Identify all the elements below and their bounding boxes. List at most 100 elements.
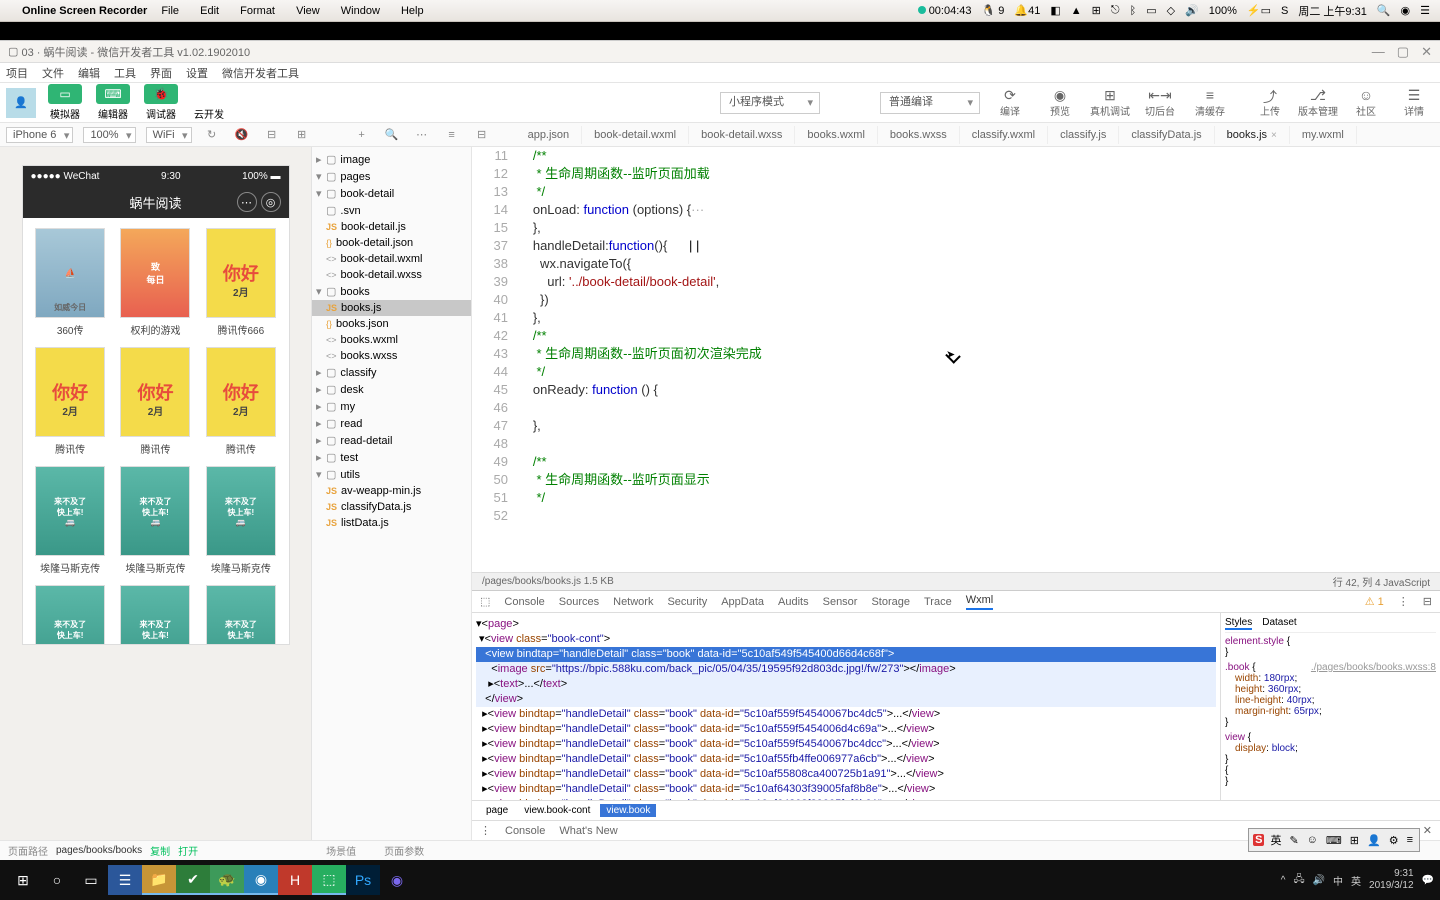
- book-item[interactable]: 腾讯传: [118, 347, 193, 456]
- dt-tab-sensor[interactable]: Sensor: [823, 596, 858, 608]
- taskbar-clock[interactable]: 9:312019/3/12: [1369, 868, 1414, 892]
- tray-network-icon[interactable]: 🖧: [1293, 872, 1304, 889]
- tree-node[interactable]: ▾▢book-detail: [312, 185, 471, 202]
- background-button[interactable]: ⇤⇥切后台: [1140, 87, 1180, 118]
- taskbar-app[interactable]: ◉: [380, 865, 414, 895]
- action-center-icon[interactable]: 💬: [1422, 875, 1434, 886]
- tray-lang-icon[interactable]: 英: [1351, 873, 1361, 888]
- tree-node[interactable]: ▢.svn: [312, 202, 471, 219]
- crumb-item[interactable]: view.book-cont: [518, 804, 596, 817]
- dt-dock-icon[interactable]: ⊟: [1423, 595, 1432, 608]
- tray-icon[interactable]: S: [1281, 5, 1288, 17]
- start-button[interactable]: ⊞: [6, 865, 40, 895]
- tray-icon[interactable]: ⎋: [1111, 4, 1120, 17]
- capsule-close-icon[interactable]: ◎: [261, 192, 281, 212]
- mode-select[interactable]: 小程序模式: [720, 92, 820, 114]
- simulator-toggle[interactable]: ▭模拟器: [44, 84, 86, 121]
- tree-node[interactable]: ▸▢image: [312, 151, 471, 168]
- styles-tab[interactable]: Styles: [1225, 617, 1252, 630]
- book-item[interactable]: 来不及了快上车!: [118, 585, 193, 645]
- file-tab-active[interactable]: books.js×: [1215, 126, 1290, 144]
- zoom-select[interactable]: 100%: [83, 127, 135, 143]
- tree-node[interactable]: JSbooks.js: [312, 300, 471, 316]
- file-tab[interactable]: books.wxss: [878, 126, 960, 144]
- file-tab[interactable]: books.wxml: [795, 126, 877, 144]
- menu-view[interactable]: View: [296, 5, 320, 17]
- taskbar-app[interactable]: ✔: [176, 865, 210, 895]
- wxml-tree[interactable]: ▾<page> ▾<view class="book-cont"> <view …: [472, 613, 1220, 800]
- tree-node[interactable]: ▸▢classify: [312, 364, 471, 381]
- battery-icon[interactable]: ▭: [1146, 4, 1156, 17]
- menu-edit[interactable]: Edit: [200, 5, 219, 17]
- book-item[interactable]: 来不及了快上车!: [33, 585, 108, 645]
- device-select[interactable]: iPhone 6: [6, 127, 73, 143]
- drawer-toggle-icon[interactable]: ⋮: [480, 824, 491, 837]
- details-button[interactable]: ☰详情: [1394, 87, 1434, 118]
- tool-icon[interactable]: ⊞: [292, 128, 312, 141]
- more-icon[interactable]: ⋯: [412, 128, 432, 141]
- rotate-icon[interactable]: ↻: [202, 128, 222, 141]
- add-tab-icon[interactable]: +: [352, 129, 372, 141]
- menu-window[interactable]: Window: [341, 5, 380, 17]
- inspect-icon[interactable]: ⬚: [480, 595, 490, 608]
- clear-cache-button[interactable]: ≡清缓存: [1190, 87, 1230, 118]
- dt-tab-audits[interactable]: Audits: [778, 596, 809, 608]
- dt-tab-console[interactable]: Console: [504, 596, 544, 608]
- taskbar-app[interactable]: Ps: [346, 865, 380, 895]
- control-center-icon[interactable]: ☰: [1420, 4, 1430, 17]
- minimize-button[interactable]: —: [1372, 44, 1385, 60]
- menu-settings[interactable]: 设置: [186, 65, 208, 81]
- tray-chevron-icon[interactable]: ^: [1281, 875, 1286, 886]
- wechat-tray-icon[interactable]: 🐧 9: [982, 4, 1005, 17]
- menu-file[interactable]: 文件: [42, 65, 64, 81]
- dt-tab-wxml[interactable]: Wxml: [966, 594, 994, 610]
- capsule-menu-icon[interactable]: ⋯: [237, 192, 257, 212]
- dt-tab-security[interactable]: Security: [667, 596, 707, 608]
- taskbar-app[interactable]: ☰: [108, 865, 142, 895]
- tray-icon[interactable]: ◧: [1050, 4, 1060, 17]
- book-item[interactable]: ⛵如威今日360传: [33, 228, 108, 337]
- version-button[interactable]: ⎇版本管理: [1298, 87, 1338, 118]
- menu-tools[interactable]: 工具: [114, 65, 136, 81]
- menu-wxdevtools[interactable]: 微信开发者工具: [222, 65, 299, 81]
- dataset-tab[interactable]: Dataset: [1262, 617, 1296, 630]
- maximize-button[interactable]: ▢: [1397, 44, 1409, 60]
- menu-project[interactable]: 项目: [6, 65, 28, 81]
- volume-icon[interactable]: 🔊: [1185, 4, 1199, 17]
- dt-settings-icon[interactable]: ⋮: [1398, 595, 1409, 608]
- tree-node[interactable]: ▸▢read-detail: [312, 432, 471, 449]
- debugger-toggle[interactable]: 🐞调试器: [140, 84, 182, 121]
- book-item[interactable]: 腾讯传666: [203, 228, 278, 337]
- compile-button[interactable]: ⟳编译: [990, 87, 1030, 118]
- tree-node[interactable]: ▸▢my: [312, 398, 471, 415]
- dt-tab-appdata[interactable]: AppData: [721, 596, 764, 608]
- upload-button[interactable]: ⤴上传: [1250, 87, 1290, 118]
- close-button[interactable]: ✕: [1421, 44, 1432, 60]
- file-tab[interactable]: app.json: [516, 126, 583, 144]
- menu-edit[interactable]: 编辑: [78, 65, 100, 81]
- tree-node[interactable]: <>books.wxml: [312, 332, 471, 348]
- dt-tab-trace[interactable]: Trace: [924, 596, 952, 608]
- taskbar-app[interactable]: H: [278, 865, 312, 895]
- menu-help[interactable]: Help: [401, 5, 424, 17]
- book-item[interactable]: 来不及了快上车!: [203, 585, 278, 645]
- taskbar-app[interactable]: ⬚: [312, 865, 346, 895]
- file-tab[interactable]: book-detail.wxml: [582, 126, 689, 144]
- open-link[interactable]: 打开: [178, 843, 198, 858]
- tree-node[interactable]: ▸▢desk: [312, 381, 471, 398]
- tree-node[interactable]: <>books.wxss: [312, 348, 471, 364]
- close-drawer-icon[interactable]: ✕: [1423, 824, 1432, 837]
- book-item[interactable]: 来不及了快上车!🚐埃隆马斯克传: [33, 466, 108, 575]
- spotlight-icon[interactable]: 🔍: [1377, 4, 1391, 17]
- book-item[interactable]: 来不及了快上车!🚐埃隆马斯克传: [118, 466, 193, 575]
- remote-debug-button[interactable]: ⊞真机调试: [1090, 87, 1130, 118]
- app-name[interactable]: Online Screen Recorder: [22, 5, 147, 17]
- close-tab-icon[interactable]: ×: [1271, 130, 1277, 141]
- file-tab[interactable]: classify.wxml: [960, 126, 1048, 144]
- tree-node[interactable]: JSav-weapp-min.js: [312, 483, 471, 499]
- file-tab[interactable]: classifyData.js: [1119, 126, 1214, 144]
- mute-icon[interactable]: 🔇: [232, 128, 252, 141]
- taskbar-app[interactable]: 📁: [142, 865, 176, 895]
- notifications-tray-icon[interactable]: 🔔41: [1014, 4, 1040, 17]
- taskview-icon[interactable]: ▭: [74, 865, 108, 895]
